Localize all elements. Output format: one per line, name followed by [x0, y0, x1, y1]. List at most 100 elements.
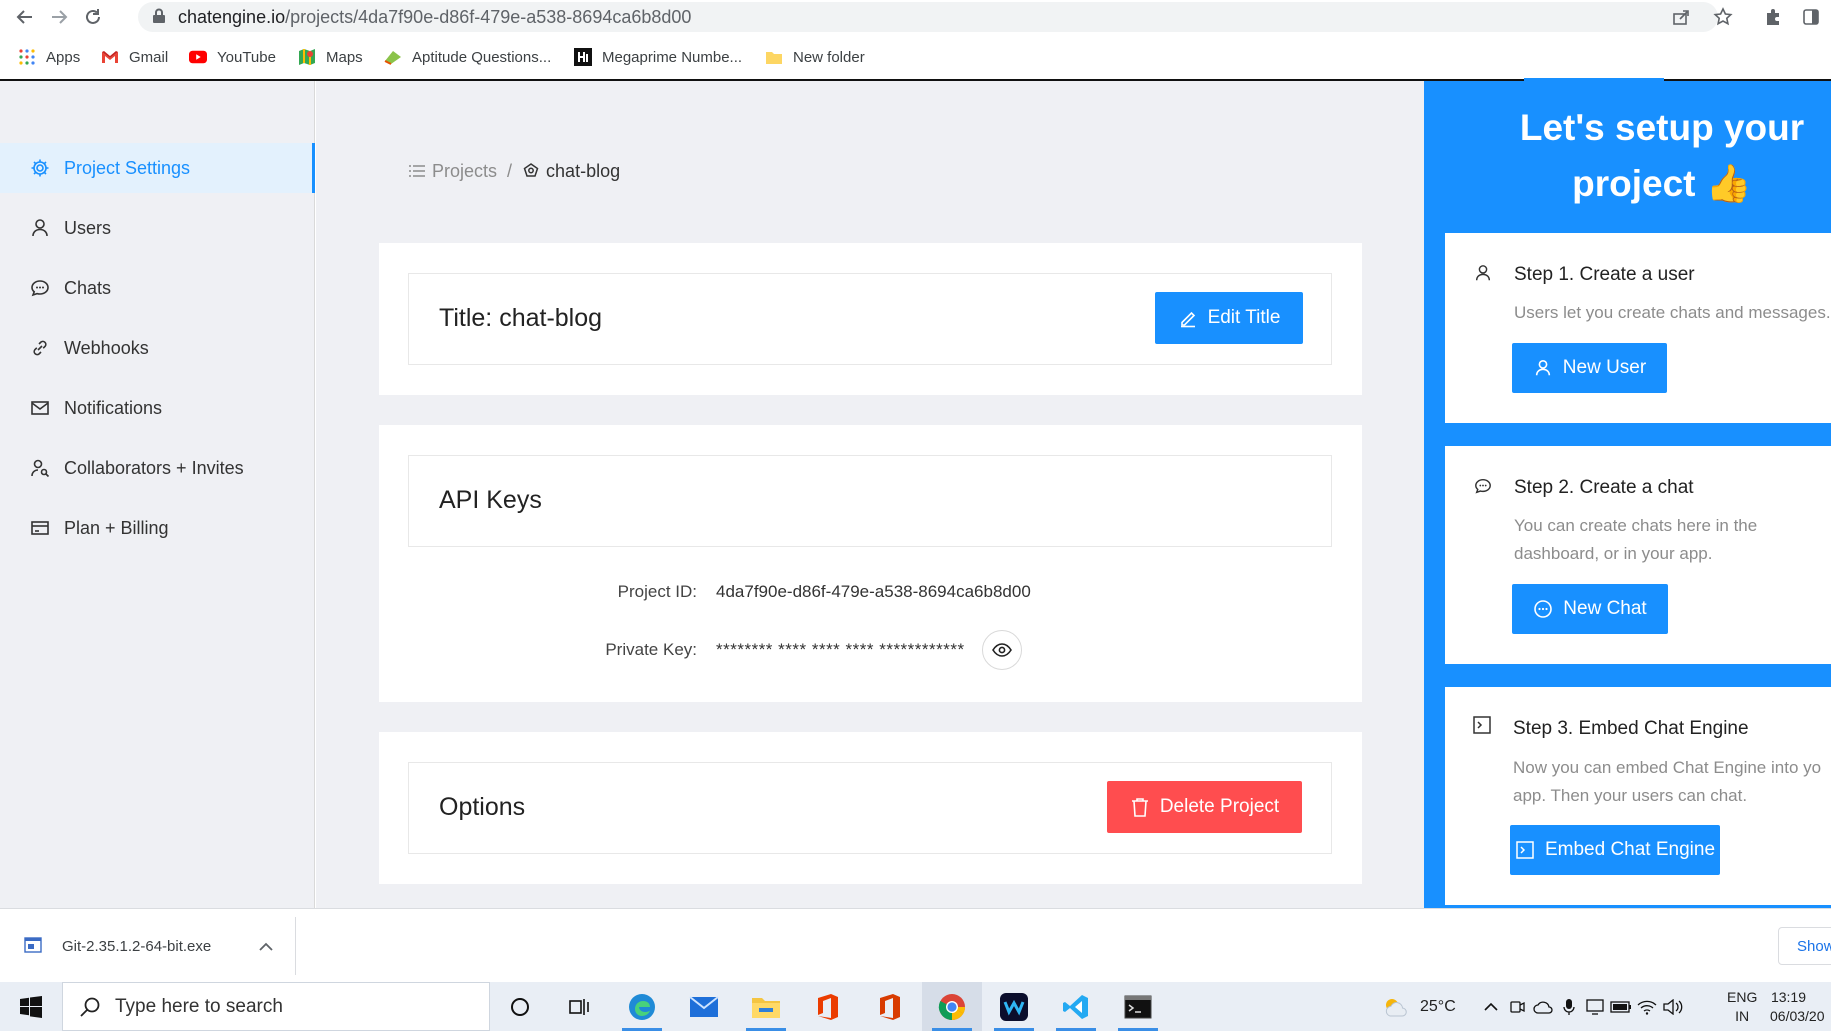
share-icon[interactable] [1670, 6, 1692, 28]
sidebar-item-notifications[interactable]: Notifications [0, 383, 315, 433]
bookmark-gmail[interactable]: Gmail [101, 42, 168, 72]
new-chat-button[interactable]: New Chat [1512, 584, 1668, 634]
options-heading: Options [439, 793, 526, 821]
sidebar-item-label: Users [64, 217, 112, 238]
embed-chat-engine-button[interactable]: Embed Chat Engine [1510, 825, 1720, 875]
bookmark-maps[interactable]: Maps [298, 42, 363, 72]
chevron-up-icon[interactable] [1480, 996, 1502, 1018]
lock-icon[interactable] [152, 8, 166, 24]
onedrive-icon[interactable] [1532, 996, 1554, 1018]
office-icon[interactable] [798, 982, 858, 1031]
sidebar-item-webhooks[interactable]: Webhooks [0, 323, 315, 373]
sidebar-item-chats[interactable]: Chats [0, 263, 315, 313]
show-all-button[interactable]: Show [1778, 927, 1831, 965]
chat-bubble-icon [1533, 599, 1553, 619]
step-3-description-line2: app. Then your users can chat. [1513, 786, 1748, 805]
edge-icon[interactable] [612, 982, 672, 1031]
bookmark-label: Aptitude Questions... [412, 48, 552, 66]
download-file-name: Git-2.35.1.2-64-bit.exe [62, 937, 212, 955]
sidebar-item-plan-billing[interactable]: Plan + Billing [0, 503, 315, 553]
step-3-title: Step 3. Embed Chat Engine [1513, 718, 1749, 739]
language-indicator[interactable]: ENG IN [1727, 982, 1757, 1031]
options-card: Options Delete Project [379, 732, 1362, 884]
battery-icon[interactable] [1610, 996, 1632, 1018]
installer-file-icon [24, 937, 42, 955]
sidebar-item-label: Collaborators + Invites [64, 457, 244, 478]
setup-heading-line2: project 👍 [1572, 163, 1752, 204]
cortana-icon[interactable] [490, 982, 550, 1031]
download-separator [295, 917, 296, 975]
taskbar-search-input[interactable]: Type here to search [62, 982, 490, 1031]
microphone-icon[interactable] [1558, 996, 1580, 1018]
webex-icon[interactable] [984, 982, 1044, 1031]
sidebar-item-label: Project Settings [64, 157, 191, 178]
sidebar-item-collaborators[interactable]: Collaborators + Invites [0, 443, 315, 493]
apps-grid-icon [18, 48, 36, 66]
bookmark-label: YouTube [217, 48, 276, 66]
delete-project-button[interactable]: Delete Project [1107, 781, 1302, 833]
youtube-icon [189, 48, 207, 66]
code-terminal-icon [1515, 840, 1535, 860]
breadcrumb-current-label: chat-blog [546, 160, 621, 181]
sidebar-item-project-settings[interactable]: Project Settings [0, 143, 315, 193]
clock-date: 06/03/20 [1770, 1007, 1825, 1024]
back-icon[interactable] [12, 4, 38, 30]
vscode-icon[interactable] [1046, 982, 1106, 1031]
sidebar-item-label: Notifications [64, 397, 163, 418]
step-2-description-line2: dashboard, or in your app. [1514, 544, 1713, 563]
bookmark-new-folder[interactable]: New folder [765, 42, 865, 72]
chrome-icon[interactable] [922, 982, 982, 1031]
embed-chat-engine-label: Embed Chat Engine [1544, 839, 1716, 860]
step-2-description-line1: You can create chats here in the [1514, 516, 1758, 535]
windows-start-button[interactable] [0, 982, 62, 1031]
step-1-card: Step 1. Create a user Users let you crea… [1445, 233, 1831, 423]
credit-card-icon [30, 518, 50, 538]
step-2-card: Step 2. Create a chat You can create cha… [1445, 446, 1831, 664]
bookmark-apps[interactable]: Apps [18, 42, 80, 72]
volume-icon[interactable] [1662, 996, 1684, 1018]
bookmark-aptitude[interactable]: Aptitude Questions... [384, 42, 551, 72]
bookmark-label: New folder [793, 48, 865, 66]
terminal-icon[interactable] [1108, 982, 1168, 1031]
office-alt-icon[interactable] [860, 982, 920, 1031]
task-view-icon[interactable] [550, 982, 610, 1031]
display-icon[interactable] [1584, 996, 1606, 1018]
bookmark-star-icon[interactable] [1712, 6, 1734, 28]
bookmark-youtube[interactable]: YouTube [189, 42, 276, 72]
forward-icon[interactable] [46, 4, 72, 30]
breadcrumb-projects-link[interactable]: Projects [432, 161, 497, 182]
mail-app-icon[interactable] [674, 982, 734, 1031]
search-icon [79, 996, 101, 1018]
windows-logo-icon [20, 995, 42, 1018]
new-chat-label: New Chat [1563, 598, 1647, 619]
side-panel-icon[interactable] [1800, 6, 1822, 28]
edit-title-button[interactable]: Edit Title [1155, 292, 1303, 344]
url-text[interactable]: chatengine.io/projects/4da7f90e-d86f-479… [178, 7, 691, 28]
reveal-key-button[interactable] [982, 630, 1022, 670]
hackerrank-icon [574, 48, 592, 66]
project-id-label: Project ID: [617, 582, 697, 601]
sidebar-item-users[interactable]: Users [0, 203, 315, 253]
chevron-up-icon[interactable] [256, 937, 276, 957]
download-item[interactable]: Git-2.35.1.2-64-bit.exe [24, 931, 211, 961]
wifi-icon[interactable] [1636, 996, 1658, 1018]
bookmark-label: Gmail [129, 48, 169, 66]
breadcrumb-current: chat-blog [522, 161, 620, 182]
bookmark-label: Maps [326, 48, 363, 66]
clock[interactable]: 13:19 06/03/20 [1770, 982, 1831, 1031]
extensions-icon[interactable] [1762, 6, 1784, 28]
step-3-description-line1: Now you can embed Chat Engine into yo [1513, 758, 1822, 777]
trash-icon [1130, 797, 1150, 817]
file-explorer-icon[interactable] [736, 982, 796, 1031]
bookmarks-bar: Apps Gmail YouTube Maps Aptitude Questio… [0, 42, 1831, 72]
new-user-button[interactable]: New User [1512, 343, 1667, 393]
meet-icon[interactable] [1506, 996, 1528, 1018]
reload-icon[interactable] [80, 4, 106, 30]
api-keys-card: API Keys [379, 425, 1362, 702]
weather-widget[interactable]: 25°C [1382, 982, 1456, 1031]
project-icon [522, 162, 540, 180]
show-all-label: Show [1797, 937, 1831, 955]
setup-heading-line1: Let's setup your [1519, 107, 1805, 148]
bookmark-megaprime[interactable]: Megaprime Numbe... [574, 42, 742, 72]
download-bar: Git-2.35.1.2-64-bit.exe Show [0, 908, 1831, 982]
